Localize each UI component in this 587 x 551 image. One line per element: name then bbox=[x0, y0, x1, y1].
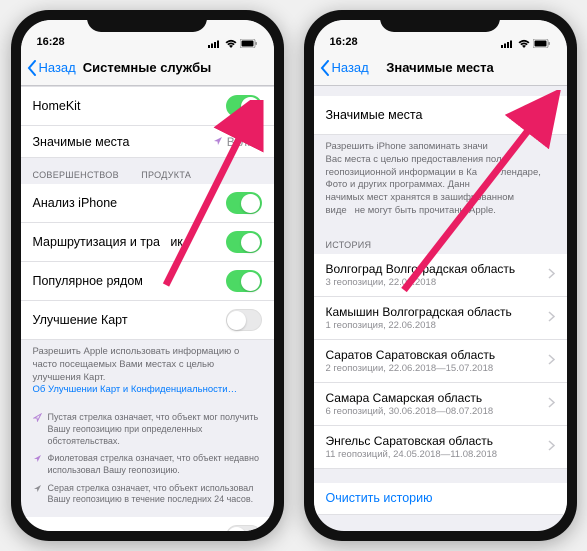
cell-routing[interactable]: Маршрутизация и тра ик bbox=[21, 223, 274, 262]
wifi-icon bbox=[518, 39, 530, 48]
notch bbox=[87, 10, 207, 32]
chevron-right-icon bbox=[255, 135, 262, 149]
history-item[interactable]: Волгоград Волгоградская область3 геопози… bbox=[314, 254, 567, 297]
privacy-link[interactable]: Об Улучшении Карт и Конфиденциальности… bbox=[33, 384, 238, 395]
chevron-right-icon bbox=[548, 397, 555, 411]
chevron-left-icon bbox=[320, 60, 330, 76]
chevron-right-icon bbox=[548, 440, 555, 454]
history-item[interactable]: Саратов Саратовская область2 геопозиции,… bbox=[314, 340, 567, 383]
wifi-icon bbox=[225, 39, 237, 48]
content-left: HomeKit Значимые места Вкл. СОВЕРШЕНСТВО… bbox=[21, 86, 274, 531]
toggle-routing[interactable] bbox=[226, 231, 262, 253]
section-header-improve: СОВЕРШЕНСТВОВ ПРОДУКТА bbox=[21, 158, 274, 184]
toggle-significant[interactable] bbox=[519, 104, 555, 126]
signal-icon bbox=[501, 39, 515, 48]
location-arrow-icon bbox=[213, 135, 223, 149]
phone-left: 16:28 Назад Системные службы HomeKit Зна… bbox=[11, 10, 284, 541]
notch bbox=[380, 10, 500, 32]
chevron-right-icon bbox=[548, 354, 555, 368]
status-time: 16:28 bbox=[37, 36, 65, 48]
cell-maps-improve[interactable]: Улучшение Карт bbox=[21, 301, 274, 340]
chevron-right-icon bbox=[548, 311, 555, 325]
toggle-maps-improve[interactable] bbox=[226, 309, 262, 331]
back-button[interactable]: Назад bbox=[27, 60, 76, 76]
history-item[interactable]: Камышин Волгоградская область1 геопозици… bbox=[314, 297, 567, 340]
cell-significant-toggle[interactable]: Значимые места bbox=[314, 96, 567, 135]
battery-icon bbox=[533, 39, 551, 48]
cell-analyze[interactable]: Анализ iPhone bbox=[21, 184, 274, 223]
toggle-popular[interactable] bbox=[226, 270, 262, 292]
footer-desc: Разрешить iPhone запоминать значи Вас ме… bbox=[314, 135, 567, 228]
purple-arrow-icon bbox=[33, 454, 42, 467]
status-time: 16:28 bbox=[330, 36, 358, 48]
history-item[interactable]: Самара Самарская область6 геопозиций, 30… bbox=[314, 383, 567, 426]
legend-purple: Фиолетовая стрелка означает, что объект … bbox=[33, 453, 262, 476]
battery-icon bbox=[240, 39, 258, 48]
screen-right: 16:28 Назад Значимые места Значимые мест… bbox=[314, 20, 567, 531]
chevron-right-icon bbox=[548, 268, 555, 282]
clear-history-button[interactable]: Очистить историю bbox=[314, 483, 567, 515]
cell-significant-locations[interactable]: Значимые места Вкл. bbox=[21, 126, 274, 158]
toggle-analyze[interactable] bbox=[226, 192, 262, 214]
nav-bar: Назад Системные службы bbox=[21, 50, 274, 86]
legend-hollow: Пустая стрелка означает, что объект мог … bbox=[33, 412, 262, 447]
history-item[interactable]: Энгельс Саратовская область11 геопозиций… bbox=[314, 426, 567, 469]
content-right: Значимые места Разрешить iPhone запомина… bbox=[314, 86, 567, 531]
gray-arrow-icon bbox=[33, 484, 42, 497]
legend: Пустая стрелка означает, что объект мог … bbox=[21, 407, 274, 517]
back-button[interactable]: Назад bbox=[320, 60, 369, 76]
toggle-status-icon[interactable] bbox=[226, 525, 262, 531]
signal-icon bbox=[208, 39, 222, 48]
nav-bar: Назад Значимые места bbox=[314, 50, 567, 86]
hollow-arrow-icon bbox=[33, 413, 42, 426]
cell-status-icon[interactable]: Значок в меню статуса bbox=[21, 517, 274, 531]
footer-maps: Разрешить Apple использовать информацию … bbox=[21, 340, 274, 407]
section-header-history: ИСТОРИЯ bbox=[314, 228, 567, 254]
legend-gray: Серая стрелка означает, что объект испол… bbox=[33, 483, 262, 506]
cell-homekit[interactable]: HomeKit bbox=[21, 86, 274, 126]
nav-title: Значимые места bbox=[386, 60, 494, 75]
toggle-homekit[interactable] bbox=[226, 95, 262, 117]
screen-left: 16:28 Назад Системные службы HomeKit Зна… bbox=[21, 20, 274, 531]
chevron-left-icon bbox=[27, 60, 37, 76]
phone-right: 16:28 Назад Значимые места Значимые мест… bbox=[304, 10, 577, 541]
cell-popular[interactable]: Популярное рядом bbox=[21, 262, 274, 301]
nav-title: Системные службы bbox=[83, 60, 212, 75]
